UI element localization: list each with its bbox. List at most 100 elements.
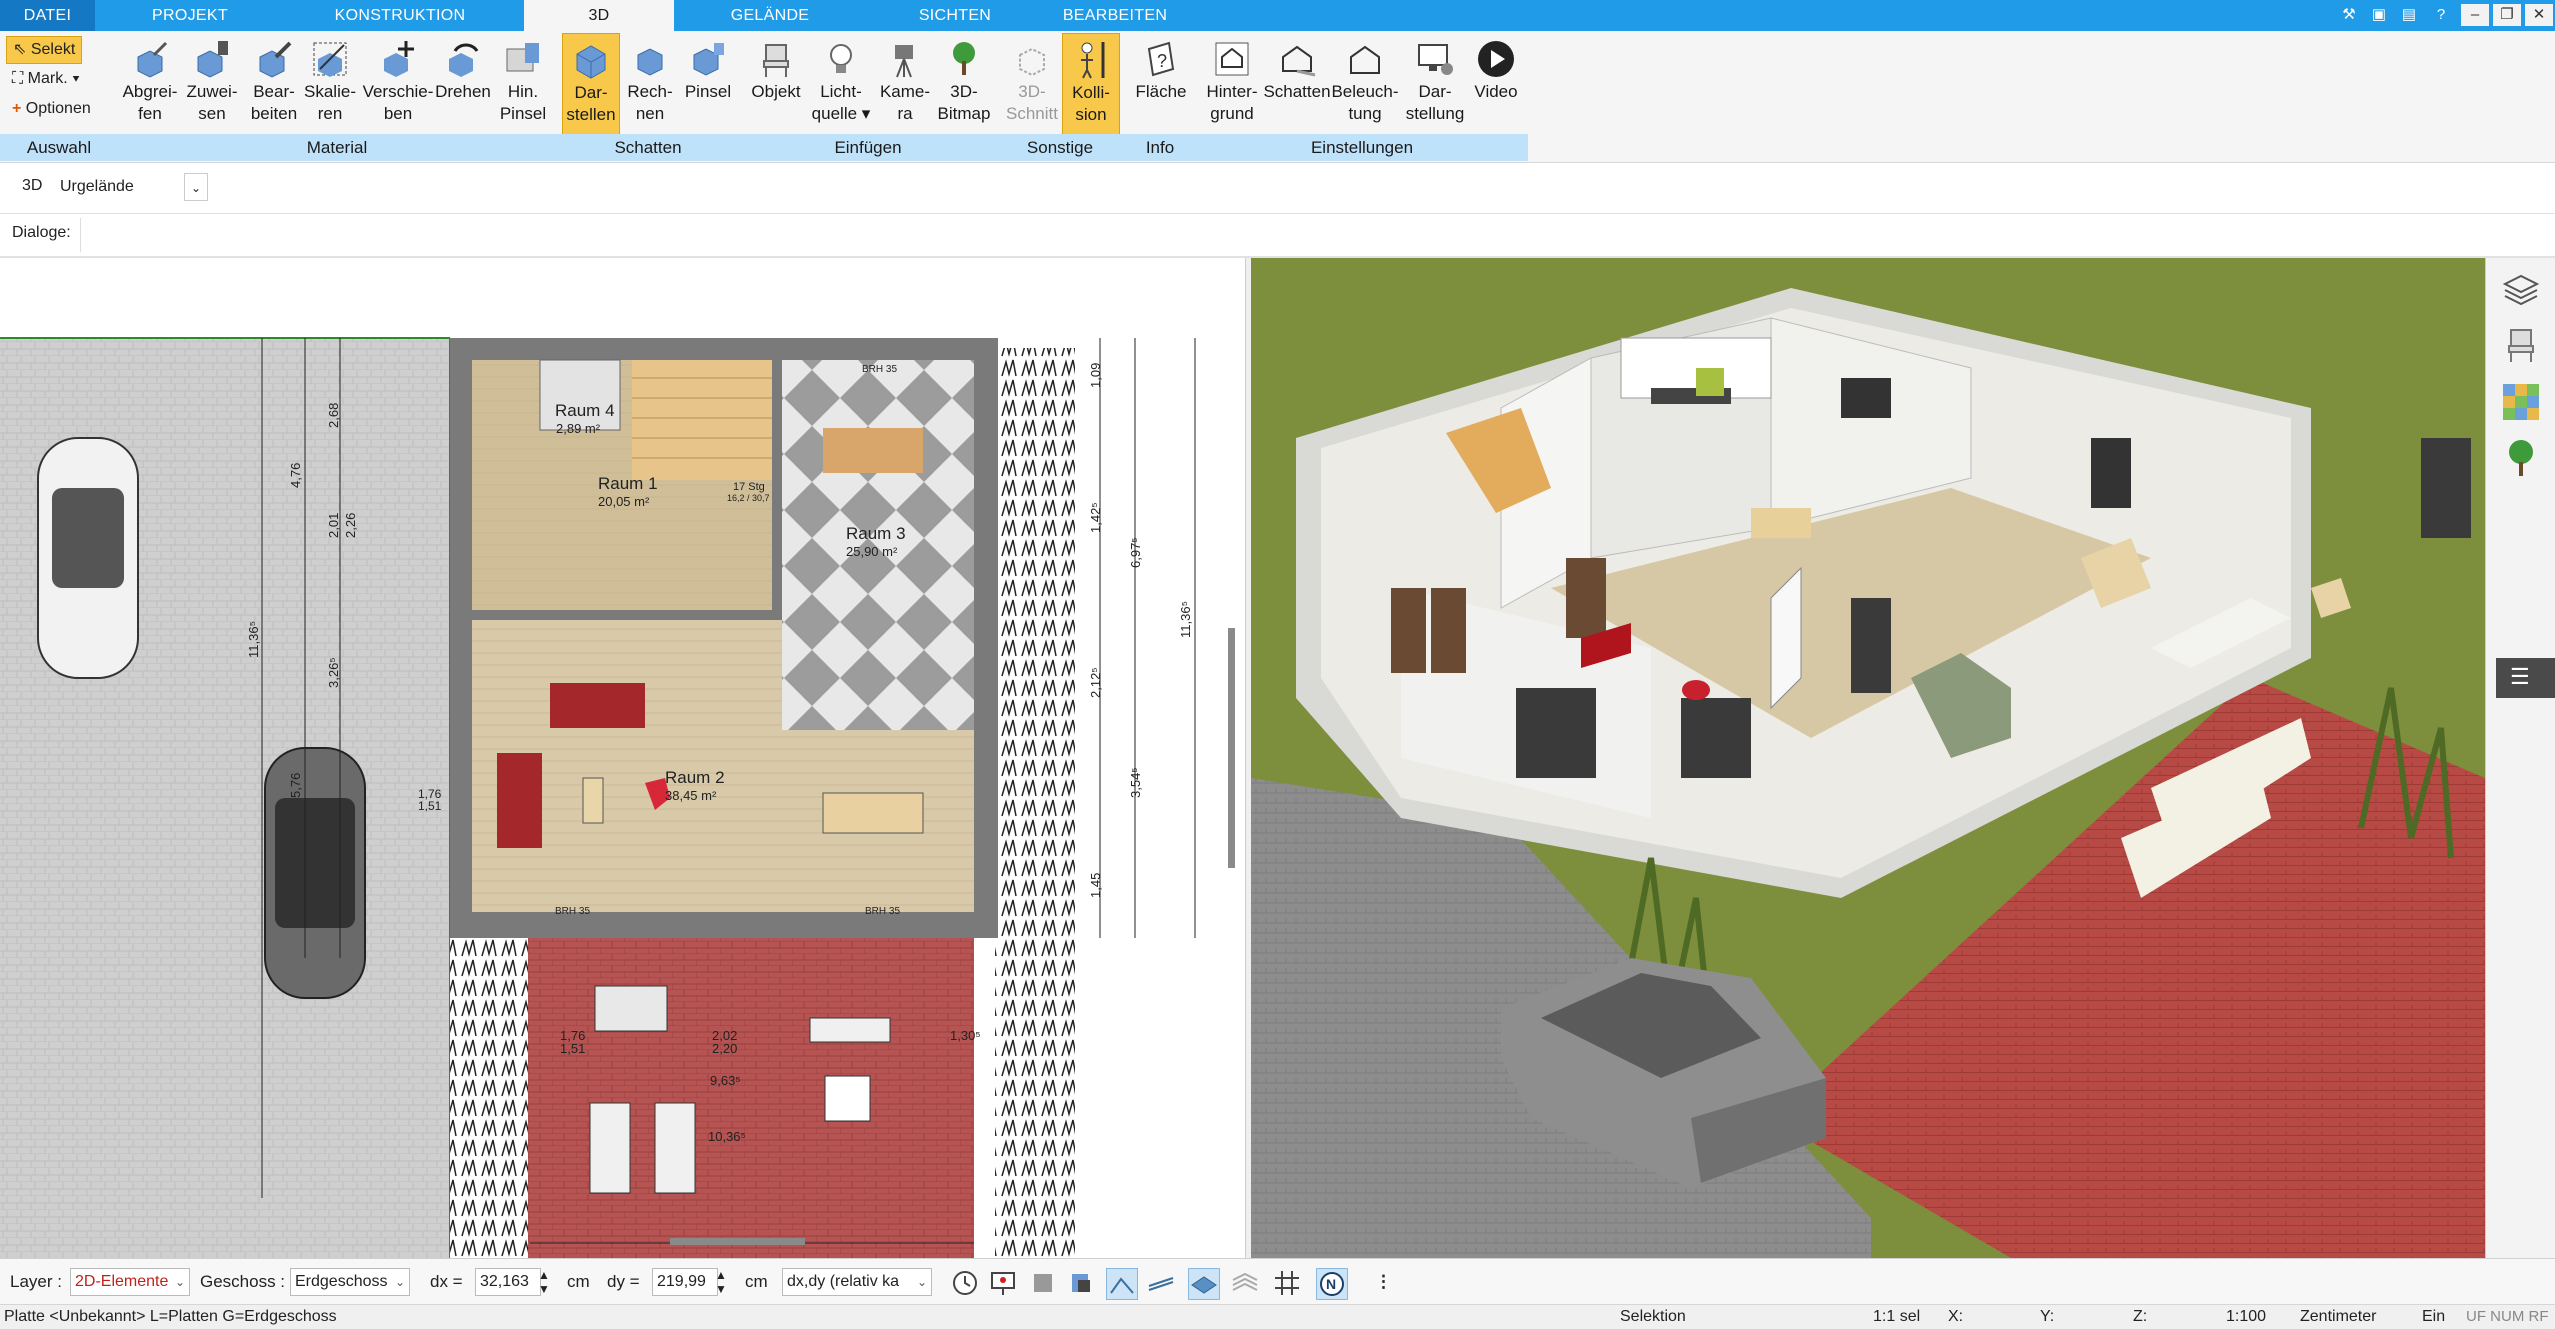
grid-icon[interactable] — [1272, 1268, 1302, 1298]
dim-left-total: 11,36⁵ — [246, 621, 261, 658]
scale-material-button[interactable]: Skalie- ren — [300, 33, 360, 138]
bitmap3d-label: 3D- Bitmap — [937, 82, 991, 123]
video-button[interactable]: Video — [1466, 33, 1526, 138]
compute-button[interactable]: Rech- nen — [622, 33, 678, 138]
terrain-select[interactable]: Urgelände ⌄ — [60, 173, 208, 201]
area-question-icon: ? — [1147, 41, 1175, 77]
presentation-icon[interactable] — [988, 1268, 1018, 1298]
objects-icon[interactable] — [1028, 1268, 1058, 1298]
brush-button[interactable]: Pinsel — [682, 33, 734, 138]
plan-scrollbar-v[interactable] — [1228, 628, 1235, 868]
camera-button[interactable]: Kame- ra — [874, 33, 936, 138]
dim-right-c: 6,97⁵ — [1128, 537, 1143, 568]
print-icon[interactable]: ▤ — [2395, 3, 2423, 27]
pick-material-button[interactable]: Abgrei- fen — [120, 33, 180, 138]
dim-right-d: 2,12⁵ — [1088, 667, 1103, 698]
view-3d[interactable] — [1251, 258, 2485, 1258]
background-button[interactable]: Hinter- grund — [1200, 33, 1264, 138]
panel-collapse-handle[interactable]: ☰ — [2496, 658, 2555, 698]
snap-angle-icon[interactable] — [1106, 1268, 1138, 1300]
north-arrow-icon[interactable]: N — [1316, 1268, 1348, 1300]
texture-palette-icon[interactable] — [2501, 382, 2541, 422]
edit-material-button[interactable]: Bear- beiten — [244, 33, 304, 138]
chevron-down-icon[interactable]: ⌄ — [184, 173, 208, 201]
group-einfuegen: Einfügen — [740, 134, 998, 161]
hin-brush-button[interactable]: Hin. Pinsel — [494, 33, 552, 138]
shadow-label: Schatten — [1263, 82, 1331, 101]
lighting-button[interactable]: Beleuch- tung — [1330, 33, 1400, 138]
tab-gelaende[interactable]: GELÄNDE — [690, 0, 850, 31]
display-label: Dar- stellen — [566, 83, 616, 124]
dim-terrace-b: 1,51 — [560, 1041, 585, 1056]
tab-konstruktion[interactable]: KONSTRUKTION — [300, 0, 500, 31]
view-toolbar: 3D Urgelände ⌄ — [0, 163, 2555, 214]
brh-label-1: BRH 35 — [862, 364, 897, 375]
minimize-button[interactable]: – — [2461, 4, 2489, 26]
rotate-material-button[interactable]: Drehen — [432, 33, 494, 138]
tools-icon[interactable]: ⚒ — [2335, 3, 2363, 27]
rotate-icon — [449, 43, 479, 77]
status-mode: Selektion — [1620, 1308, 1686, 1325]
paste-icon[interactable] — [1066, 1268, 1096, 1298]
close-button[interactable]: ✕ — [2525, 4, 2553, 26]
plan-scrollbar-h[interactable] — [670, 1238, 805, 1245]
window-3d — [1516, 688, 1596, 778]
dx-input[interactable]: 32,163 — [475, 1268, 541, 1296]
options-label: Optionen — [25, 100, 91, 117]
coordinate-mode-select[interactable]: dx,dy (relativ ka ⌄ — [782, 1268, 932, 1296]
more-options-icon[interactable]: ⋮ — [1375, 1268, 1392, 1296]
layer-select[interactable]: 2D-Elemente ⌄ — [70, 1268, 190, 1296]
clock-icon[interactable] — [950, 1268, 980, 1298]
move-material-button[interactable]: Verschie- ben — [362, 33, 434, 138]
representation-label: Dar- stellung — [1405, 82, 1465, 123]
dx-spinner[interactable]: ▲ ▼ — [538, 1268, 550, 1296]
plan-canvas[interactable]: Raum 4 2,89 m² Raum 1 20,05 m² Raum 3 25… — [0, 258, 1245, 1258]
dim-left-a: 4,76 — [288, 463, 303, 488]
tab-3d[interactable]: 3D — [524, 0, 674, 33]
mark-tool-button[interactable]: ⛶ Mark. ▾ — [6, 66, 86, 92]
background-label: Hinter- grund — [1206, 82, 1258, 123]
section3d-button[interactable]: 3D- Schnitt — [1004, 33, 1060, 138]
chair-icon[interactable] — [2501, 326, 2541, 366]
bitmap3d-button[interactable]: 3D- Bitmap — [936, 33, 992, 138]
plan-view-2d[interactable]: Raum 4 2,89 m² Raum 1 20,05 m² Raum 3 25… — [0, 258, 1245, 1258]
shadow-button[interactable]: Schatten — [1262, 33, 1332, 138]
light-source-button[interactable]: Licht- quelle ▾ — [808, 33, 874, 138]
mark-label: Mark. — [27, 70, 68, 87]
dy-spinner[interactable]: ▲ ▼ — [715, 1268, 727, 1296]
tab-sichten[interactable]: SICHTEN — [875, 0, 1035, 31]
restore-button[interactable]: ❐ — [2493, 4, 2521, 26]
assign-material-button[interactable]: Zuwei- sen — [182, 33, 242, 138]
dim-left-g: 1,51 — [418, 799, 442, 813]
plane-icon[interactable] — [1188, 1268, 1220, 1300]
floor-select[interactable]: Erdgeschoss ⌄ — [290, 1268, 410, 1296]
scene-3d-canvas[interactable] — [1251, 258, 2485, 1258]
tab-projekt[interactable]: PROJEKT — [110, 0, 270, 31]
area-button[interactable]: ? Fläche — [1130, 33, 1192, 138]
lighting-label: Beleuch- tung — [1331, 82, 1399, 123]
representation-button[interactable]: Dar- stellung — [1400, 33, 1470, 138]
scale-icon — [313, 42, 347, 77]
options-button[interactable]: + Optionen — [6, 96, 97, 122]
dialog-divider — [80, 218, 81, 252]
help-icon[interactable]: ? — [2427, 3, 2455, 27]
display-button[interactable]: Dar- stellen — [562, 33, 620, 140]
layers-icon[interactable] — [2501, 270, 2541, 310]
dy-input[interactable]: 219,99 — [652, 1268, 718, 1296]
folder-icon[interactable]: ▣ — [2365, 3, 2393, 27]
monitor-gear-icon — [1418, 44, 1453, 75]
status-selection-ratio: 1:1 sel — [1873, 1308, 1921, 1325]
tab-datei[interactable]: DATEI — [0, 0, 95, 31]
tree-icon[interactable] — [2501, 438, 2541, 478]
tab-bearbeiten[interactable]: BEARBEITEN — [1040, 0, 1190, 31]
layers-stack-icon[interactable] — [1230, 1268, 1260, 1298]
room4-name: Raum 4 — [555, 401, 615, 420]
dim-terrace-d: 2,20 — [712, 1041, 737, 1056]
collision-button[interactable]: Kolli- sion — [1062, 33, 1120, 140]
plus-icon: + — [12, 100, 26, 117]
group-material: Material — [118, 134, 558, 161]
select-tool-button[interactable]: ⇖ Selekt — [6, 36, 83, 64]
line-snap-icon[interactable] — [1146, 1268, 1176, 1298]
object-button[interactable]: Objekt — [748, 33, 804, 138]
stairs-steps-label: 17 Stg — [733, 481, 765, 493]
